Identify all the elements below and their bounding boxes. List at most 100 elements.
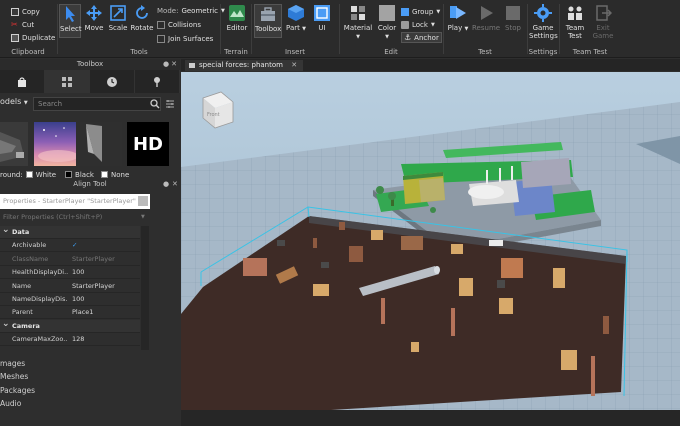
place-icon bbox=[189, 63, 195, 68]
properties-search-input[interactable]: Properties - StarterPlayer "StarterPlaye… bbox=[0, 194, 150, 209]
property-value[interactable]: StarterPlayer bbox=[72, 253, 115, 266]
property-value[interactable]: StarterPlayer bbox=[72, 280, 115, 293]
terrain-icon bbox=[229, 5, 245, 21]
tools-label: Tools bbox=[130, 48, 148, 56]
property-category[interactable]: ⌄ Camera bbox=[0, 318, 140, 333]
tab-place[interactable]: special forces: phantom ✕ bbox=[185, 60, 304, 71]
group-button[interactable]: Group ▼ bbox=[401, 6, 440, 17]
property-name: Parent bbox=[12, 308, 33, 317]
pin-icon[interactable]: ● bbox=[163, 179, 169, 189]
property-category[interactable]: ⌄ Data bbox=[0, 224, 140, 239]
pin-icon[interactable]: ● bbox=[163, 60, 169, 68]
property-value[interactable]: Place1 bbox=[72, 306, 93, 319]
list-item-audio[interactable]: Audio bbox=[0, 399, 21, 408]
clock-icon bbox=[107, 76, 117, 87]
close-icon[interactable]: ✕ bbox=[291, 61, 297, 69]
edit-label: Edit bbox=[384, 48, 398, 56]
resume-button[interactable]: Resume bbox=[472, 4, 500, 32]
asset-thumbnail[interactable] bbox=[34, 122, 78, 166]
toolbox-button[interactable]: Toolbox bbox=[254, 4, 282, 38]
grid-icon bbox=[62, 76, 72, 87]
close-icon[interactable]: ✕ bbox=[171, 60, 177, 68]
ui-icon bbox=[314, 5, 330, 21]
property-value[interactable]: 128 bbox=[72, 333, 84, 346]
property-name: HealthDisplayDi... bbox=[12, 268, 68, 277]
collisions-checkbox[interactable] bbox=[157, 20, 165, 29]
lock-button[interactable]: Lock ▼ bbox=[401, 19, 435, 30]
asset-thumbnail[interactable] bbox=[80, 122, 122, 166]
copy-button[interactable]: Copy bbox=[11, 6, 40, 17]
toolbox-tabs bbox=[0, 70, 180, 93]
bg-none-swatch[interactable] bbox=[101, 171, 108, 178]
toolbox-header: Toolbox bbox=[0, 59, 180, 70]
bag-icon bbox=[18, 76, 26, 87]
tab-recent[interactable] bbox=[90, 70, 135, 93]
collisions-toggle[interactable]: Collisions bbox=[157, 19, 201, 30]
chevron-down-icon[interactable]: ⌄ bbox=[2, 224, 10, 237]
mode-dropdown[interactable]: Mode: Geometric ▼ bbox=[157, 5, 225, 16]
property-row[interactable]: Archivable ✓ bbox=[0, 239, 140, 253]
toolbox-search-input[interactable]: Search bbox=[33, 97, 161, 111]
cut-button[interactable]: ✂ Cut bbox=[11, 19, 34, 30]
tab-marketplace[interactable] bbox=[45, 70, 90, 93]
chevron-down-icon: ▼ bbox=[430, 21, 435, 28]
move-button[interactable]: Move bbox=[83, 4, 105, 32]
bg-black-swatch[interactable] bbox=[65, 171, 73, 178]
properties-scrollbar[interactable] bbox=[141, 226, 149, 350]
align-tool-header: Align Tool ● ✕ bbox=[73, 179, 178, 189]
property-value[interactable]: 100 bbox=[72, 293, 84, 306]
close-icon[interactable]: ✕ bbox=[172, 179, 178, 189]
team-test-button[interactable]: Team Test bbox=[562, 4, 588, 40]
asset-thumbnail[interactable] bbox=[0, 122, 28, 166]
toolbox-window-controls: ● ✕ bbox=[163, 59, 180, 70]
list-item-meshes[interactable]: Meshes bbox=[0, 372, 28, 381]
chevron-down-icon[interactable]: ▼ bbox=[141, 212, 145, 222]
edit-group: Material ▼ Color ▼ Group ▼ Lock ▼ ⚓ Anch… bbox=[340, 0, 442, 58]
filter-properties-input[interactable]: Filter Properties (Ctrl+Shift+P) ▼ bbox=[0, 212, 150, 222]
3d-viewport[interactable]: Front bbox=[181, 72, 680, 410]
stop-button[interactable]: Stop bbox=[502, 4, 524, 32]
tab-inventory[interactable] bbox=[0, 70, 45, 93]
ui-button[interactable]: UI bbox=[312, 4, 332, 32]
asset-thumbnail[interactable]: HD bbox=[127, 122, 169, 166]
chevron-down-icon: ▼ bbox=[356, 34, 360, 40]
terrain-editor-button[interactable]: Editor bbox=[224, 4, 250, 32]
list-item-packages[interactable]: Packages bbox=[0, 386, 35, 395]
toolbox-search-row: odels ▼ Search bbox=[0, 95, 180, 113]
filter-icon[interactable] bbox=[165, 99, 175, 109]
property-row[interactable]: NameDisplayDis... 100 bbox=[0, 293, 140, 306]
category-dropdown[interactable]: odels ▼ bbox=[0, 97, 28, 106]
gear-icon bbox=[534, 4, 552, 22]
insert-group: Toolbox Part ▼ UI Insert bbox=[252, 0, 338, 58]
play-button[interactable]: Play ▼ bbox=[446, 4, 470, 32]
material-button[interactable]: Material ▼ bbox=[343, 4, 373, 40]
exit-icon bbox=[596, 5, 612, 21]
clear-search-button[interactable] bbox=[138, 196, 148, 206]
exit-game-button[interactable]: Exit Game bbox=[590, 4, 616, 40]
property-row[interactable]: CameraMaxZoo... 128 bbox=[0, 333, 140, 347]
property-value[interactable]: 100 bbox=[72, 266, 84, 279]
property-row[interactable]: HealthDisplayDi... 100 bbox=[0, 266, 140, 280]
property-row[interactable]: ClassName StarterPlayer bbox=[0, 253, 140, 266]
rotate-button[interactable]: Rotate bbox=[130, 4, 154, 32]
join-surfaces-checkbox[interactable] bbox=[157, 34, 165, 43]
list-item-images[interactable]: mages bbox=[0, 359, 25, 368]
property-row[interactable]: Name StarterPlayer bbox=[0, 280, 140, 293]
property-row[interactable]: Parent Place1 bbox=[0, 306, 140, 320]
scale-button[interactable]: Scale bbox=[107, 4, 129, 32]
part-button[interactable]: Part ▼ bbox=[285, 4, 307, 32]
toolbox-icon bbox=[261, 7, 275, 21]
join-surfaces-toggle[interactable]: Join Surfaces bbox=[157, 33, 213, 44]
property-name: Name bbox=[12, 281, 32, 290]
search-icon[interactable] bbox=[150, 99, 160, 109]
anchor-button[interactable]: ⚓ Anchor bbox=[401, 32, 442, 43]
game-settings-button[interactable]: Game Settings bbox=[529, 4, 558, 40]
color-button[interactable]: Color ▼ bbox=[375, 4, 399, 40]
select-button[interactable]: Select bbox=[59, 4, 82, 38]
property-value[interactable]: ✓ bbox=[72, 239, 77, 252]
duplicate-button[interactable]: Duplicate bbox=[11, 32, 55, 43]
bg-white-swatch[interactable] bbox=[25, 171, 33, 178]
chevron-down-icon[interactable]: ⌄ bbox=[2, 318, 10, 331]
tab-creations[interactable] bbox=[135, 70, 180, 93]
command-bar bbox=[181, 410, 680, 426]
